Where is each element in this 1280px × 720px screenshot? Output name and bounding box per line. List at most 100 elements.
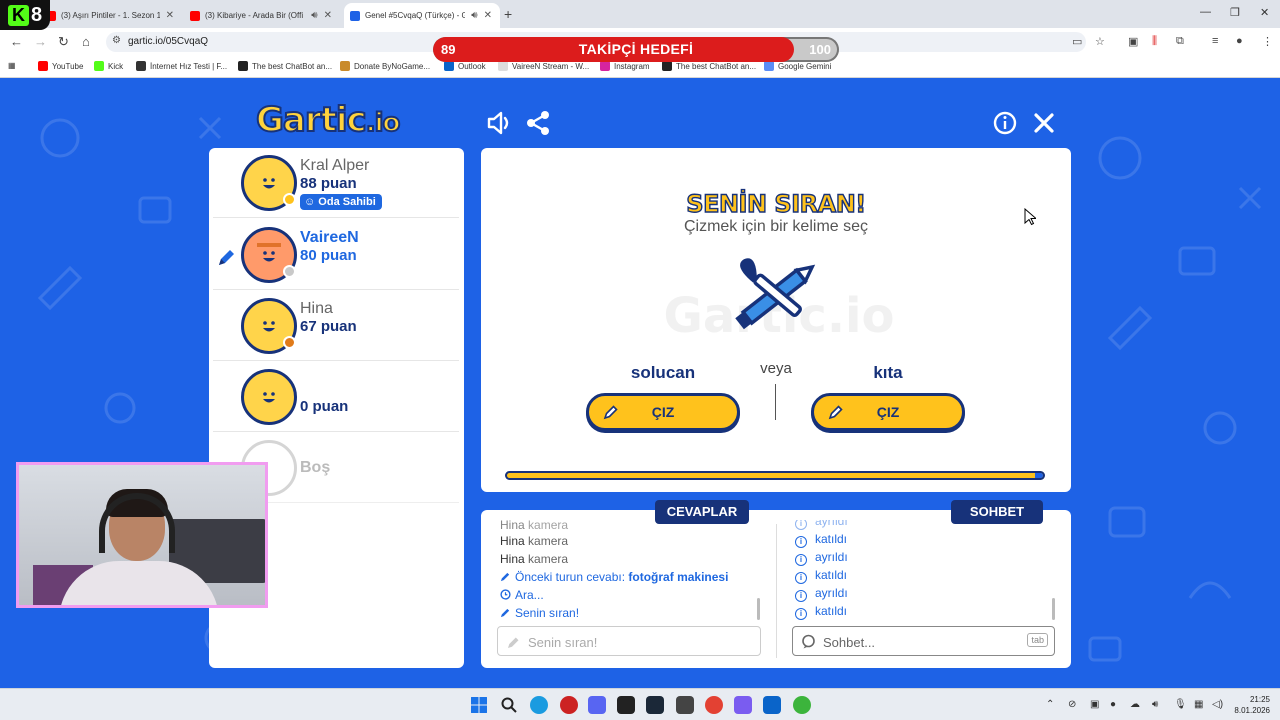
bookmark-gemini[interactable]: Google Gemini [764,61,831,71]
chat-scrollbar[interactable] [1052,598,1055,620]
answers-chat-panel: CEVAPLAR SOHBET Hina kamera Hina kamera … [481,500,1071,668]
profile-icon[interactable]: ● [1236,35,1243,47]
steam-icon[interactable] [646,696,664,714]
bookmark-vaireen[interactable]: VaireeN Stream - W... [498,61,589,71]
minimize-icon[interactable]: — [1200,6,1211,18]
answer-input[interactable]: Senin sıran! [497,626,761,656]
bookmark-chatbot[interactable]: The best ChatBot an... [238,61,332,71]
windows-start-icon[interactable] [470,696,488,714]
speaker-icon[interactable]: ◁) [1212,699,1223,710]
speaker-icon[interactable]: 🔊︎ [471,10,477,21]
forward-icon[interactable]: → [34,34,47,49]
tray-icon[interactable]: ● [1110,699,1116,710]
answer-message: Hina kamera [500,534,569,548]
app-icon[interactable] [560,696,578,714]
bookmark-youtube[interactable]: YouTube [38,61,83,71]
bookmark-chatbot-2[interactable]: The best ChatBot an... [662,61,756,71]
edge-icon[interactable] [530,696,548,714]
discord-icon[interactable] [588,696,606,714]
youtube-icon [190,10,200,21]
chat-message: i ayrıldı [795,586,848,602]
info-icon[interactable] [990,108,1020,138]
your-turn-message: Senin sıran! [500,606,579,620]
webcam-overlay [16,462,268,608]
gartic-favicon-icon [350,10,360,21]
tab-key-hint: tab [1027,633,1048,647]
network-icon[interactable]: ▦ [1194,699,1203,710]
copilot-icon[interactable] [734,696,752,714]
goal-target: 100 [809,42,831,57]
info-icon: i [795,520,807,530]
wait-message: Ara... [500,588,544,602]
chat-input[interactable]: Sohbet... tab [792,626,1055,656]
tray-chevron-icon[interactable]: ⌃ [1046,699,1054,710]
bookmark-donate[interactable]: Donate ByNoGame... [340,61,430,71]
smile-icon: ☺ [304,196,319,208]
player-name: VaireeN [300,229,359,246]
answer-message: Hina kamera [500,552,569,566]
bookmark-speedtest[interactable]: İnternet Hız Testi | F... [136,61,227,71]
tab-kibariye[interactable]: (3) Kibariye - Arada Bir (Offi 🔊︎ ✕ [184,3,340,28]
windows-taskbar: ⌃ ⊘ ▣ ● ☁ 🔊︎ 🎙︎ ▦ ◁) 21:25 8.01.2026 [0,688,1280,720]
share-icon[interactable] [523,108,553,138]
reload-icon[interactable]: ↻ [58,34,69,50]
clock[interactable]: 21:25 8.01.2026 [1234,694,1270,716]
home-icon[interactable]: ⌂ [82,34,90,49]
bookmark-kick[interactable]: Kick [94,61,123,71]
draw-left-button[interactable]: ÇIZ [586,393,740,431]
install-icon[interactable]: ▭ [1072,35,1082,48]
chrome-icon[interactable] [705,696,723,714]
player-name: Hina [300,300,333,317]
restore-icon[interactable]: ❐ [1230,6,1240,19]
tray-icon[interactable]: ▣ [1090,699,1099,710]
browser-tab-bar: (3) Aşırı Pintiler - 1. Sezon 1. Bö ✕ (3… [0,0,1280,28]
app-icon[interactable] [793,696,811,714]
tab-asiri-pintiler[interactable]: (3) Aşırı Pintiler - 1. Sezon 1. Bö ✕ [40,3,182,28]
player-row[interactable]: VaireeN 80 puan [213,220,459,290]
volume-icon[interactable]: 🔊︎ [1152,699,1158,710]
close-tab-icon[interactable]: ✕ [324,10,332,21]
close-window-icon[interactable]: ✕ [1260,6,1269,19]
back-icon[interactable]: ← [10,34,23,49]
sound-icon[interactable] [484,108,514,138]
obs-icon[interactable] [676,696,694,714]
bookmark-star-icon[interactable]: ☆ [1095,35,1105,48]
tab-gartic[interactable]: Genel #5CvqaQ (Türkçe) - G 🔊︎ ✕ [344,3,500,28]
new-tab-icon[interactable]: + [504,6,512,22]
bookmark-instagram[interactable]: Instagram [600,61,650,71]
close-icon[interactable] [1029,108,1059,138]
media-icon[interactable]: ≡ [1212,35,1218,47]
answer-message: Hina kamera [500,520,569,532]
tray-icon[interactable]: ☁ [1130,699,1140,710]
search-icon[interactable] [500,696,518,714]
draw-right-button[interactable]: ÇIZ [811,393,965,431]
outlook-icon[interactable] [763,696,781,714]
apps-icon[interactable]: ▦ [8,61,16,70]
badge-number: 8 [30,3,43,26]
player-row[interactable]: Hina 67 puan [213,291,459,361]
site-info-icon[interactable]: ⚙ [112,35,121,46]
audio-extension-icon[interactable]: ⫼ [1152,35,1157,48]
epic-games-icon[interactable] [617,696,635,714]
tray-icon[interactable]: ⊘ [1068,699,1076,710]
player-points: 80 puan [300,247,357,264]
close-tab-icon[interactable]: ✕ [484,10,492,21]
answers-scrollbar[interactable] [757,598,760,620]
divider [775,384,776,420]
menu-icon[interactable]: ⋮ [1262,35,1273,48]
player-row[interactable]: 0 puan [213,362,459,432]
goal-title: TAKİPÇİ HEDEFİ [578,41,694,57]
clock-icon [500,589,511,600]
word-option-right: kıta [873,363,903,382]
player-row[interactable]: Kral Alper 88 puan ☺ Oda Sahibi [213,148,459,218]
kick-logo-icon: K [7,4,29,26]
extension-icon[interactable]: ▣ [1128,35,1138,48]
url-text: gartic.io/05CvqaQ [128,36,209,47]
speaker-icon[interactable]: 🔊︎ [311,10,317,21]
microphone-icon[interactable]: 🎙︎ [1174,699,1187,710]
close-tab-icon[interactable]: ✕ [166,10,174,21]
screen: (3) Aşırı Pintiler - 1. Sezon 1. Bö ✕ (3… [0,0,1280,720]
bookmark-outlook[interactable]: Outlook [444,61,486,71]
clock-time: 21:25 [1249,695,1270,704]
extensions-puzzle-icon[interactable]: ⧉ [1176,35,1184,48]
